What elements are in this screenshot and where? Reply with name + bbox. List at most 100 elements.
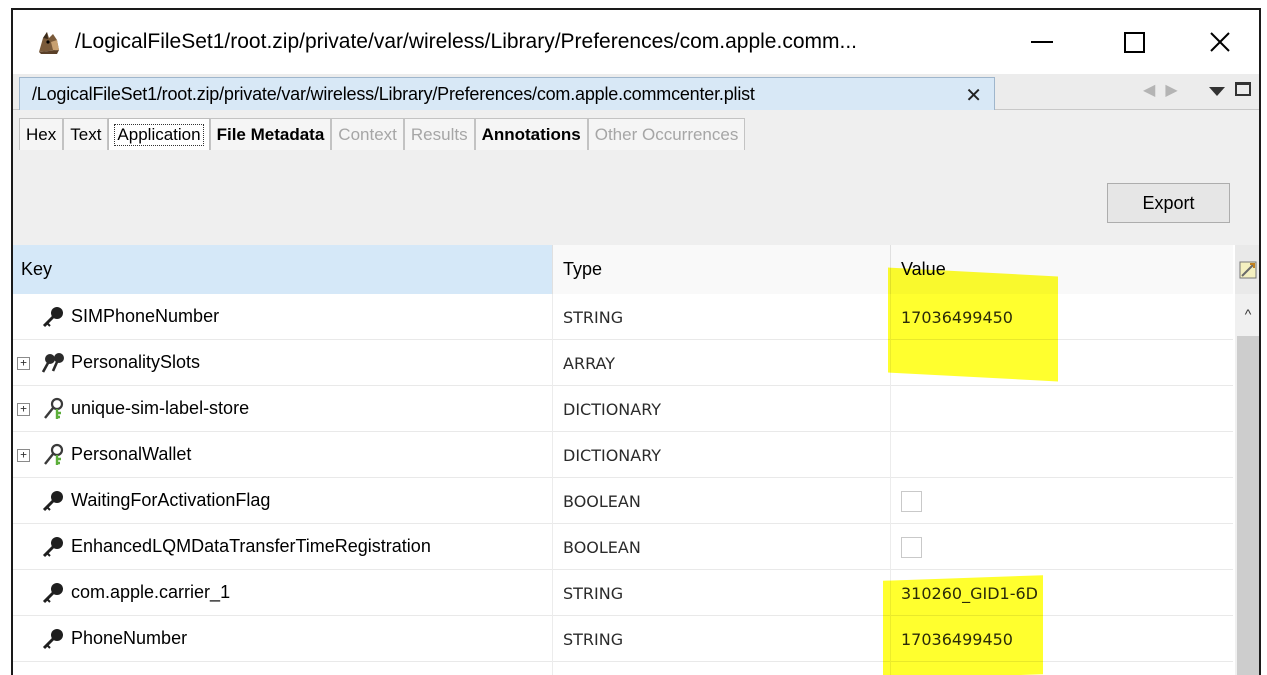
key-icon: [42, 491, 63, 512]
cell-key: WaitingForActivationFlag: [13, 478, 552, 524]
key-label: PersonalWallet: [71, 444, 192, 464]
table-row[interactable]: SIMPhoneNumber STRING 17036499450: [13, 294, 1233, 340]
tab-scroll-arrows: ◀▶: [1143, 80, 1188, 100]
table-row[interactable]: com.apple.carrier_1 STRING 310260_GID1-6D: [13, 570, 1233, 616]
autopsy-dog-icon: [39, 32, 59, 54]
cell-value: [890, 340, 1233, 386]
toolbar: Export: [13, 155, 1259, 245]
close-button[interactable]: [1199, 22, 1241, 62]
table-row[interactable]: + unique-sim-label-store DICTIONARY: [13, 386, 1233, 432]
tab-label: Application: [114, 123, 204, 146]
maximize-button[interactable]: [1113, 22, 1155, 62]
cell-type: ARRAY: [552, 340, 890, 386]
chevron-down-icon: [1209, 87, 1225, 96]
value-text: 17036499450: [901, 307, 1013, 327]
cell-key: + PersonalWallet: [13, 432, 552, 478]
cell-key: EnhancedLQMDataTransferTimeRegistration: [13, 524, 552, 570]
expand-icon[interactable]: +: [17, 357, 30, 370]
value-checkbox[interactable]: [901, 490, 922, 512]
maximize-panel-icon[interactable]: [1235, 82, 1251, 96]
key-label: WaitingForActivationFlag: [71, 490, 271, 510]
tab-label: Hex: [26, 124, 57, 144]
column-header-type[interactable]: Type: [552, 245, 890, 294]
scroll-thumb[interactable]: [1237, 336, 1259, 675]
cell-type: STRING: [552, 570, 890, 616]
cell-type: BOOLEAN: [552, 524, 890, 570]
key-label: PhoneNumber: [71, 628, 188, 648]
cell-value: [890, 524, 1233, 570]
table-row[interactable]: EnhancedLQMDataTransferTimeRegistration B…: [13, 524, 1233, 570]
cell-value: [890, 386, 1233, 432]
minimize-icon: [1031, 41, 1053, 43]
close-icon: [1210, 32, 1230, 52]
tab-other-occurrences: Other Occurrences: [587, 118, 746, 150]
cell-value: [890, 478, 1233, 524]
document-tab-strip: /LogicalFileSet1/root.zip/private/var/wi…: [13, 74, 1259, 110]
document-tab-label: /LogicalFileSet1/root.zip/private/var/wi…: [32, 83, 755, 104]
tab-file-metadata[interactable]: File Metadata: [209, 118, 332, 150]
table-row[interactable]: PhoneNumber STRING 17036499450: [13, 616, 1233, 662]
key-icon: [42, 307, 63, 328]
key-label: EnhancedLQMDataTransferTimeRegistration: [71, 536, 431, 556]
key-icon: [42, 537, 63, 558]
viewer-tabs: Hex Text Application File Metadata Context Re…: [19, 118, 746, 150]
cell-type: STRING: [552, 616, 890, 662]
cell-key: SIMPhoneNumber: [13, 294, 552, 340]
key-label: PersonalitySlots: [71, 352, 201, 372]
tab-scroll-right-icon[interactable]: ▶: [1165, 82, 1187, 99]
tab-scroll-left-icon[interactable]: ◀: [1143, 82, 1165, 99]
cell-key: com.apple.carrier_1: [13, 570, 552, 616]
tab-text[interactable]: Text: [63, 118, 109, 150]
cell-value: 310260_GID1-6D: [890, 570, 1233, 616]
tab-annotations[interactable]: Annotations: [474, 118, 588, 150]
minimize-button[interactable]: [1021, 22, 1063, 62]
cell-value: 17036499450: [890, 294, 1233, 340]
cell-value: [890, 662, 1233, 675]
tab-close-icon[interactable]: ✕: [965, 83, 982, 108]
cell-type: STRING: [552, 294, 890, 340]
key-label: SIMPhoneNumber: [71, 306, 220, 326]
column-chooser-button[interactable]: [1235, 245, 1259, 294]
table-header: Key Type Value: [13, 245, 1233, 294]
tab-hex[interactable]: Hex: [19, 118, 64, 150]
cell-key: EnhancedLQMDataStallRegistration: [13, 662, 552, 675]
column-chooser-icon: [1239, 261, 1257, 278]
expand-icon[interactable]: +: [17, 403, 30, 416]
cell-type: BOOLEAN: [552, 478, 890, 524]
table-row[interactable]: EnhancedLQMDataStallRegistrationBOOLEAN: [13, 662, 1233, 675]
tab-label: Results: [410, 124, 468, 144]
tab-label: Other Occurrences: [594, 124, 739, 144]
key-icon: [42, 629, 63, 650]
cell-key: + unique-sim-label-store: [13, 386, 552, 432]
table-row[interactable]: WaitingForActivationFlag BOOLEAN: [13, 478, 1233, 524]
value-text: 17036499450: [901, 629, 1013, 649]
title-bar: /LogicalFileSet1/root.zip/private/var/wi…: [13, 10, 1259, 74]
tab-context: Context: [331, 118, 404, 150]
column-header-value[interactable]: Value: [890, 245, 1233, 294]
export-button[interactable]: Export: [1107, 183, 1230, 223]
tab-label: Text: [70, 124, 102, 144]
cell-value: [890, 432, 1233, 478]
table-row[interactable]: + PersonalitySlots ARRAY: [13, 340, 1233, 386]
green-key-icon: [44, 397, 64, 419]
cell-value: 17036499450: [890, 616, 1233, 662]
cell-key: PhoneNumber: [13, 616, 552, 662]
value-text: 310260_GID1-6D: [901, 583, 1038, 603]
application-window: /LogicalFileSet1/root.zip/private/var/wi…: [11, 8, 1261, 675]
maximize-icon: [1123, 31, 1145, 53]
window-title: /LogicalFileSet1/root.zip/private/var/wi…: [75, 30, 857, 53]
tab-label: Annotations: [481, 124, 581, 144]
plist-table: Key Type Value SIMPhoneNumber STRING 17036…: [13, 245, 1233, 675]
multi-key-icon: [41, 353, 64, 373]
table-row[interactable]: + PersonalWallet DICTIONARY: [13, 432, 1233, 478]
tab-application[interactable]: Application: [108, 118, 210, 150]
scroll-up-icon[interactable]: ^: [1235, 302, 1259, 326]
vertical-scrollbar[interactable]: ^: [1235, 294, 1259, 675]
tab-results: Results: [403, 118, 475, 150]
key-icon: [42, 583, 63, 604]
expand-icon[interactable]: +: [17, 449, 30, 462]
document-tab[interactable]: /LogicalFileSet1/root.zip/private/var/wi…: [19, 77, 995, 110]
viewer-tab-bar: Hex Text Application File Metadata Context Re…: [13, 110, 1259, 155]
value-checkbox[interactable]: [901, 536, 922, 558]
column-header-key[interactable]: Key: [13, 245, 552, 294]
